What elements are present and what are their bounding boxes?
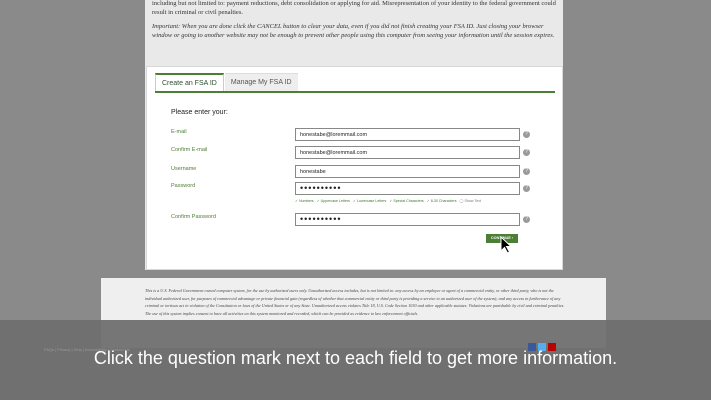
email-help-icon[interactable]: ? bbox=[523, 131, 530, 138]
email-field[interactable]: honestabe@loremmail.com bbox=[295, 128, 520, 141]
confirm-password-row: Confirm Password •••••••••• ? bbox=[171, 213, 551, 226]
password-requirements: ✓ Numbers ✓ Uppercase Letters ✓ Lowercas… bbox=[295, 199, 481, 203]
password-field[interactable]: •••••••••• bbox=[295, 182, 520, 195]
confirm-email-label: Confirm E-mail bbox=[171, 147, 208, 153]
req-length: ✓ 8-30 Characters bbox=[426, 199, 457, 203]
username-row: Username honestabe ? bbox=[171, 165, 551, 178]
req-lowercase: ✓ Lowercase Letters bbox=[352, 199, 387, 203]
confirm-password-label: Confirm Password bbox=[171, 214, 216, 220]
username-help-icon[interactable]: ? bbox=[523, 168, 530, 175]
mouse-pointer-icon bbox=[500, 236, 513, 254]
req-numbers: ✓ Numbers bbox=[295, 199, 314, 203]
password-help-icon[interactable]: ? bbox=[523, 185, 530, 192]
intro-warning: Important: When you are done click the C… bbox=[152, 23, 555, 39]
tab-bar: Create an FSA ID Manage My FSA ID bbox=[155, 73, 298, 92]
tab-underline bbox=[155, 91, 555, 93]
email-row: E-mail honestabe@loremmail.com ? bbox=[171, 128, 551, 141]
form-prompt: Please enter your: bbox=[171, 109, 228, 116]
tab-create-fsa-id[interactable]: Create an FSA ID bbox=[155, 73, 224, 92]
password-row: Password •••••••••• ? bbox=[171, 182, 551, 195]
fsa-id-form-card: Create an FSA ID Manage My FSA ID Please… bbox=[146, 66, 563, 270]
confirm-email-row: Confirm E-mail honestabe@loremmail.com ? bbox=[171, 146, 551, 159]
req-uppercase: ✓ Uppercase Letters bbox=[316, 199, 350, 203]
password-label: Password bbox=[171, 183, 196, 189]
show-text-toggle[interactable]: ◯ Show Text bbox=[460, 199, 482, 203]
username-field[interactable]: honestabe bbox=[295, 165, 520, 178]
req-special: ✓ Special Characters bbox=[389, 199, 424, 203]
tab-manage-fsa-id[interactable]: Manage My FSA ID bbox=[224, 73, 298, 92]
confirm-email-help-icon[interactable]: ? bbox=[523, 149, 530, 156]
tutorial-caption: Click the question mark next to each fie… bbox=[93, 348, 618, 368]
intro-text: including but not limited to: payment re… bbox=[152, 0, 558, 46]
footer-disclaimer: This is a U.S. Federal Government owned … bbox=[145, 288, 565, 316]
confirm-password-field[interactable]: •••••••••• bbox=[295, 213, 520, 226]
confirm-password-help-icon[interactable]: ? bbox=[523, 216, 530, 223]
email-label: E-mail bbox=[171, 129, 187, 135]
username-label: Username bbox=[171, 166, 197, 172]
intro-paragraph: including but not limited to: payment re… bbox=[152, 0, 556, 16]
confirm-email-field[interactable]: honestabe@loremmail.com bbox=[295, 146, 520, 159]
caption-overlay: FAQs | Privacy | Help | Accessibility | … bbox=[0, 320, 711, 400]
